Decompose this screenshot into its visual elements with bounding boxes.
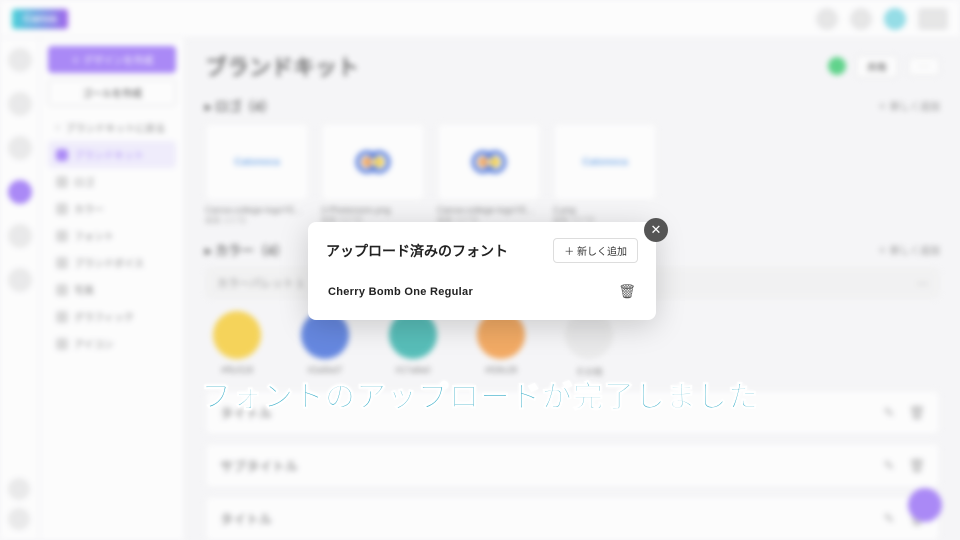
trash-icon[interactable]: 🗑 bbox=[618, 283, 636, 300]
logo-card[interactable]: Catonoca Canva-college-logoYE... 編集 1/17… bbox=[205, 123, 309, 226]
sidebar-item-logo[interactable]: ロゴ bbox=[48, 168, 176, 195]
logo-grid: Catonoca Canva-college-logoYE... 編集 1/17… bbox=[205, 123, 940, 226]
sidebar-item-back[interactable]: ‹ブランドキットに戻る bbox=[48, 114, 176, 141]
modal-title: アップロード済みのフォント bbox=[326, 241, 508, 261]
color-swatch[interactable]: #f5c518 bbox=[213, 311, 261, 378]
rail-brand-icon[interactable] bbox=[8, 180, 32, 204]
app-logo[interactable]: Canva bbox=[12, 9, 68, 29]
sidebar-item-graphic[interactable]: グラフィック bbox=[48, 303, 176, 330]
menu-icon[interactable] bbox=[918, 8, 948, 30]
top-bar: Canva bbox=[0, 0, 960, 38]
palette-more-icon[interactable]: ⋯ bbox=[917, 277, 928, 290]
rail-more-icon[interactable] bbox=[8, 268, 32, 292]
sidebar-item-brandkit[interactable]: ブランドキット bbox=[48, 141, 176, 168]
gift-icon[interactable] bbox=[8, 478, 30, 500]
color-swatch[interactable]: #17a8a0 bbox=[389, 311, 437, 378]
more-button[interactable]: ⋯ bbox=[908, 57, 940, 76]
sidebar-item-font[interactable]: フォント bbox=[48, 222, 176, 249]
color-swatch[interactable]: #f28c28 bbox=[477, 311, 525, 378]
side-rail bbox=[0, 38, 40, 540]
rail-apps-icon[interactable] bbox=[8, 224, 32, 248]
edit-icon[interactable]: ✎ bbox=[884, 511, 895, 527]
sidebar-item-photo[interactable]: 写真 bbox=[48, 276, 176, 303]
edit-icon[interactable]: ✎ bbox=[884, 458, 895, 474]
overlay-caption: フォントのアップロードが完了しました bbox=[0, 372, 960, 416]
logo-card[interactable]: Canva-college-logoYE... 編集 1/17日 bbox=[437, 123, 541, 226]
close-icon[interactable]: ✕ bbox=[644, 218, 668, 242]
sidebar-item-color[interactable]: カラー bbox=[48, 195, 176, 222]
add-logo-link[interactable]: ＋ 新しく追加 bbox=[877, 98, 940, 113]
font-style-row[interactable]: タイトル✎🗑 bbox=[205, 496, 940, 540]
add-font-button[interactable]: ＋ 新しく追加 bbox=[553, 238, 638, 263]
rail-projects-icon[interactable] bbox=[8, 92, 32, 116]
rail-templates-icon[interactable] bbox=[8, 136, 32, 160]
help-fab[interactable] bbox=[908, 488, 942, 522]
uploaded-font-row: Cherry Bomb One Regular 🗑 bbox=[326, 279, 638, 304]
sidebar-item-voice[interactable]: ブランドボイス bbox=[48, 249, 176, 276]
create-goal-button[interactable]: ゴールを作成 bbox=[48, 79, 176, 106]
notifications-icon[interactable] bbox=[850, 8, 872, 30]
page-title: ブランドキット bbox=[205, 50, 359, 82]
logo-card[interactable]: Catonoca 2.png 編集 1/17日 bbox=[553, 123, 657, 226]
create-design-button[interactable]: ＋ デザインを作成 bbox=[48, 46, 176, 73]
bottom-left-icons bbox=[8, 478, 30, 530]
uploaded-fonts-modal: ✕ アップロード済みのフォント ＋ 新しく追加 Cherry Bomb One … bbox=[308, 222, 656, 320]
logo-section-head: ▸ ロゴ（4） ＋ 新しく追加 bbox=[205, 96, 940, 115]
color-swatch[interactable]: #2a5bd7 bbox=[301, 311, 349, 378]
color-swatch[interactable]: その他 bbox=[565, 311, 613, 378]
font-style-row[interactable]: サブタイトル✎🗑 bbox=[205, 443, 940, 488]
rail-home-icon[interactable] bbox=[8, 48, 32, 72]
logo-card[interactable]: 2-Photoroom.png 編集 1/17日 bbox=[321, 123, 425, 226]
sidebar-item-icon[interactable]: アイコン bbox=[48, 330, 176, 357]
status-indicator bbox=[828, 57, 846, 75]
settings-icon[interactable] bbox=[816, 8, 838, 30]
share-button[interactable]: 共有 bbox=[856, 55, 898, 78]
avatar[interactable] bbox=[884, 8, 906, 30]
font-name: Cherry Bomb One Regular bbox=[328, 286, 473, 298]
add-color-link[interactable]: ＋ 新しく追加 bbox=[877, 242, 940, 257]
delete-icon[interactable]: 🗑 bbox=[908, 458, 925, 474]
side-panel: ＋ デザインを作成 ゴールを作成 ‹ブランドキットに戻る ブランドキット ロゴ … bbox=[40, 38, 185, 540]
trash-sidebar-icon[interactable] bbox=[8, 508, 30, 530]
